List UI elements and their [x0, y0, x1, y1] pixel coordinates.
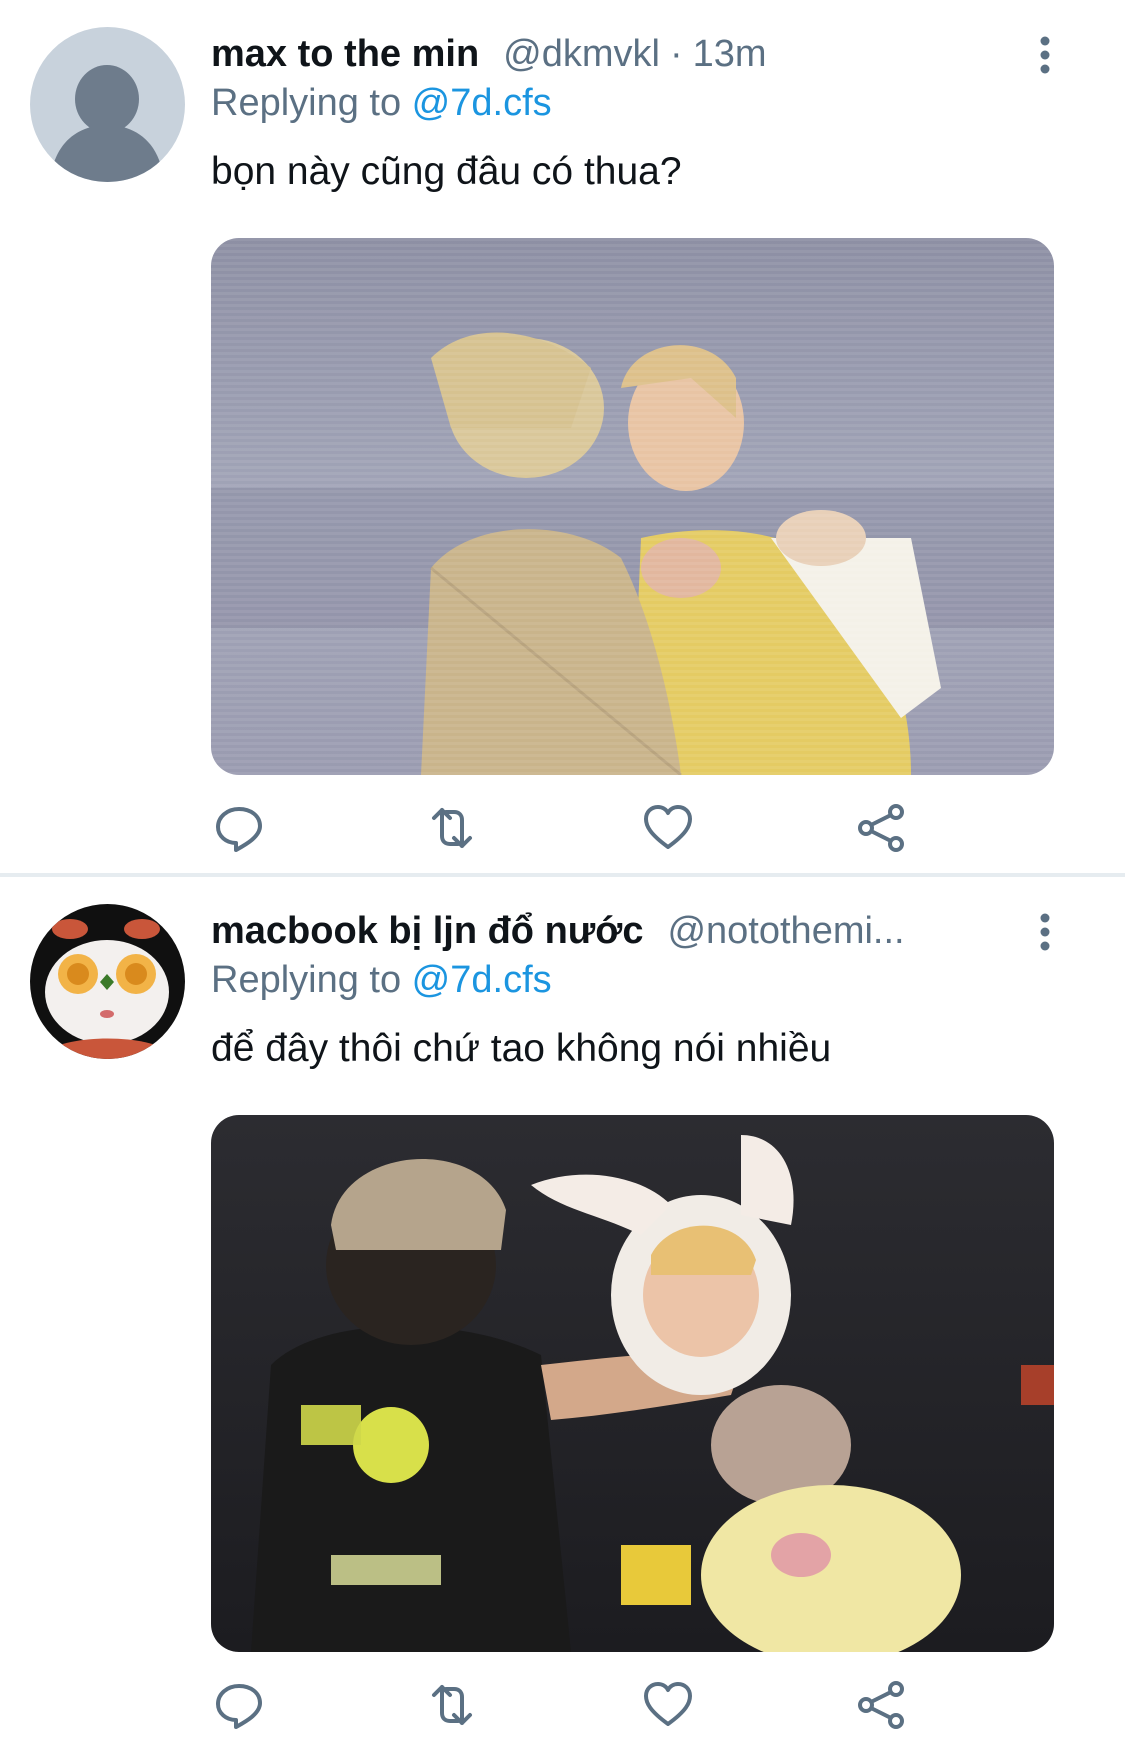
- photo-image: [211, 238, 1054, 775]
- timestamp[interactable]: 13m: [693, 33, 767, 76]
- like-icon: [644, 805, 692, 849]
- timeline-feed: max to the min @dkmvkl · 13m Replying to…: [0, 0, 1125, 1754]
- avatar[interactable]: [30, 904, 185, 1059]
- tweet-media-photo[interactable]: [211, 238, 1054, 775]
- tweet-actions: [211, 800, 1054, 856]
- share-icon: [858, 1681, 904, 1729]
- retweet-button[interactable]: [424, 800, 480, 856]
- reply-button[interactable]: [211, 1677, 267, 1733]
- share-icon: [858, 804, 904, 852]
- like-button[interactable]: [640, 1677, 696, 1733]
- reply-icon: [216, 1684, 262, 1729]
- more-vertical-icon: [1040, 36, 1050, 74]
- display-name[interactable]: macbook bị ljn đổ nước: [211, 910, 643, 953]
- tweet-header: max to the min @dkmvkl · 13m: [211, 28, 767, 80]
- tweet-text: bọn này cũng đâu có thua?: [211, 150, 682, 193]
- replying-to: Replying to @7d.cfs: [211, 959, 552, 1002]
- retweet-icon: [432, 808, 472, 848]
- mention-link[interactable]: @7d.cfs: [412, 82, 552, 124]
- handle[interactable]: @notothemi...: [667, 910, 904, 953]
- avatar[interactable]: [30, 27, 185, 182]
- tweet[interactable]: macbook bị ljn đổ nước @notothemi... Rep…: [0, 877, 1125, 1754]
- like-button[interactable]: [640, 800, 696, 856]
- tweet-header: macbook bị ljn đổ nước @notothemi...: [211, 905, 905, 957]
- replying-to: Replying to @7d.cfs: [211, 82, 552, 125]
- more-vertical-icon: [1040, 913, 1050, 951]
- cartoon-face-avatar: [30, 904, 185, 1059]
- more-options-button[interactable]: [1030, 910, 1060, 954]
- mention-link[interactable]: @7d.cfs: [412, 959, 552, 1001]
- share-button[interactable]: [854, 1677, 910, 1733]
- tweet-actions: [211, 1677, 1054, 1733]
- reply-button[interactable]: [211, 800, 267, 856]
- tweet[interactable]: max to the min @dkmvkl · 13m Replying to…: [0, 0, 1125, 873]
- tweet-text: để đây thôi chứ tao không nói nhiều: [211, 1027, 832, 1070]
- separator: ·: [669, 32, 683, 75]
- share-button[interactable]: [854, 800, 910, 856]
- photo-image: [211, 1115, 1054, 1652]
- default-profile-icon: [30, 27, 185, 182]
- display-name[interactable]: max to the min: [211, 33, 479, 76]
- handle[interactable]: @dkmvkl: [503, 33, 660, 76]
- replying-to-label: Replying to: [211, 959, 412, 1001]
- replying-to-label: Replying to: [211, 82, 412, 124]
- like-icon: [644, 1682, 692, 1726]
- more-options-button[interactable]: [1030, 33, 1060, 77]
- tweet-media-photo[interactable]: [211, 1115, 1054, 1652]
- reply-icon: [216, 807, 262, 852]
- retweet-icon: [432, 1685, 472, 1725]
- retweet-button[interactable]: [424, 1677, 480, 1733]
